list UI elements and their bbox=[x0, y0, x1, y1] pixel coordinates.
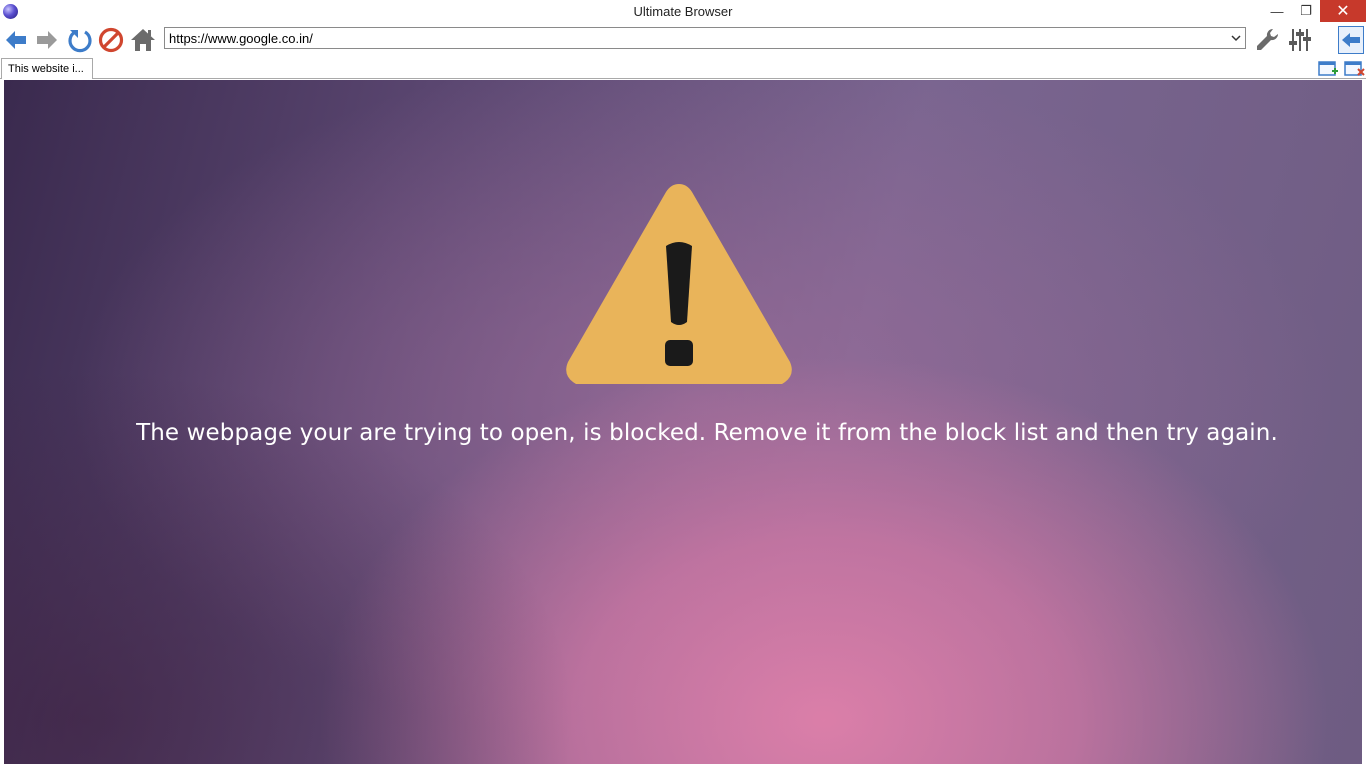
new-tab-button[interactable] bbox=[1317, 58, 1339, 78]
chevron-down-icon bbox=[1231, 35, 1241, 42]
home-icon bbox=[131, 29, 155, 51]
forward-button[interactable] bbox=[33, 26, 61, 54]
wrench-icon bbox=[1257, 28, 1279, 50]
minimize-button[interactable]: — bbox=[1262, 0, 1292, 22]
url-input[interactable] bbox=[167, 28, 1226, 48]
title-bar: Ultimate Browser — ❐ ✕ bbox=[0, 0, 1366, 24]
stop-icon bbox=[98, 27, 124, 53]
tab-blocked-page[interactable]: This website i... bbox=[1, 58, 93, 79]
blocked-message: The webpage your are trying to open, is … bbox=[136, 420, 1278, 446]
url-dropdown-button[interactable] bbox=[1227, 28, 1245, 48]
reload-button[interactable] bbox=[66, 26, 94, 54]
close-window-button[interactable]: ✕ bbox=[1320, 0, 1366, 22]
arrow-right-icon bbox=[37, 31, 57, 49]
blocked-page-content: The webpage your are trying to open, is … bbox=[4, 80, 1362, 764]
close-tab-icon bbox=[1344, 61, 1365, 76]
arrow-left-icon bbox=[6, 31, 26, 49]
new-tab-icon bbox=[1318, 61, 1338, 76]
close-tab-button[interactable] bbox=[1343, 58, 1365, 78]
stop-button[interactable] bbox=[97, 26, 125, 54]
sliders-icon bbox=[1289, 29, 1311, 51]
maximize-button[interactable]: ❐ bbox=[1292, 0, 1320, 22]
warning-icon bbox=[566, 184, 792, 384]
home-button[interactable] bbox=[129, 26, 157, 54]
address-bar bbox=[164, 27, 1246, 49]
settings-button[interactable] bbox=[1254, 26, 1282, 54]
adjust-button[interactable] bbox=[1286, 26, 1314, 54]
collapse-arrow-icon bbox=[1342, 33, 1360, 47]
browser-toolbar bbox=[0, 24, 1366, 56]
window-title: Ultimate Browser bbox=[633, 4, 733, 19]
tab-bar: This website i... bbox=[0, 56, 1366, 79]
back-button[interactable] bbox=[2, 26, 30, 54]
side-panel-button[interactable] bbox=[1338, 26, 1364, 54]
reload-icon bbox=[68, 30, 92, 53]
